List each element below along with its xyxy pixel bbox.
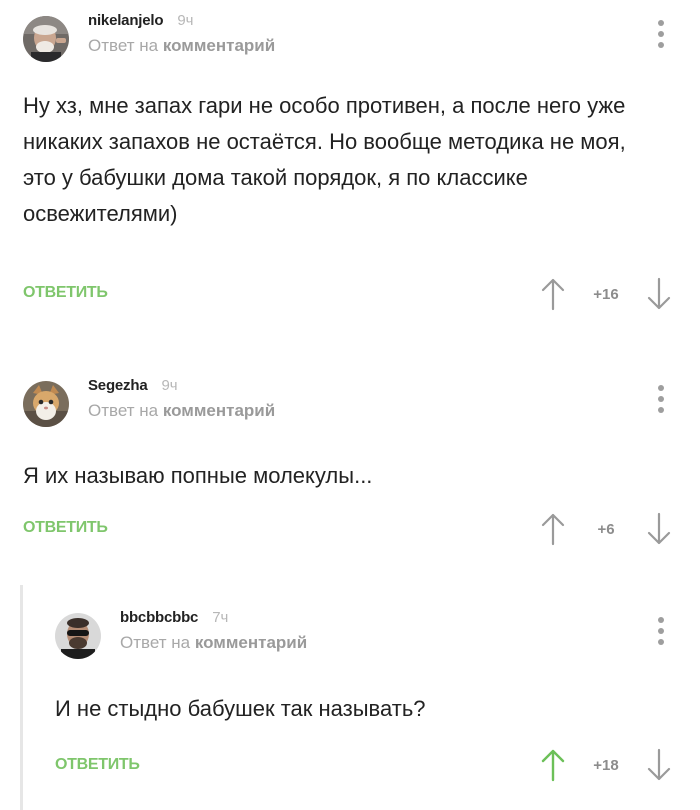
reply-button[interactable]: ОТВЕТИТЬ [55, 756, 140, 774]
arrow-down-icon[interactable] [646, 748, 672, 782]
arrow-up-icon[interactable] [540, 512, 566, 546]
timestamp: 9ч [177, 12, 194, 29]
avatar[interactable] [23, 16, 69, 62]
reply-to: Ответ на комментарий [88, 401, 275, 421]
more-vertical-icon[interactable] [654, 20, 668, 48]
comment-meta: nikelanjelo 9ч Ответ на комментарий [88, 12, 275, 56]
score: +16 [593, 285, 619, 303]
avatar[interactable] [23, 381, 69, 427]
reply-to: Ответ на комментарий [120, 633, 307, 653]
reply-button[interactable]: ОТВЕТИТЬ [23, 284, 108, 302]
avatar-cat-image [23, 381, 69, 427]
reply-to-prefix: Ответ на [120, 633, 191, 652]
avatar-man-sunglasses-image [55, 613, 101, 659]
thread-line [20, 585, 23, 810]
reply-to-prefix: Ответ на [88, 401, 159, 420]
arrow-up-icon[interactable] [540, 277, 566, 311]
reply-button[interactable]: ОТВЕТИТЬ [23, 519, 108, 537]
vote-controls: +6 [540, 511, 672, 547]
arrow-down-icon[interactable] [646, 512, 672, 546]
vote-controls: +16 [540, 276, 672, 312]
reply-to-link[interactable]: комментарий [163, 401, 275, 420]
avatar[interactable] [55, 613, 101, 659]
score: +18 [593, 756, 619, 774]
username[interactable]: Segezha [88, 377, 148, 394]
reply-to-link[interactable]: комментарий [163, 36, 275, 55]
arrow-up-icon[interactable] [540, 748, 566, 782]
comment-text: И не стыдно бабушек так называть? [55, 696, 426, 721]
arrow-down-icon[interactable] [646, 277, 672, 311]
more-vertical-icon[interactable] [654, 617, 668, 645]
more-vertical-icon[interactable] [654, 385, 668, 413]
vote-controls: +18 [540, 747, 672, 783]
username[interactable]: bbcbbcbbc [120, 609, 198, 626]
comment-meta: Segezha 9ч Ответ на комментарий [88, 377, 275, 421]
username[interactable]: nikelanjelo [88, 12, 164, 29]
timestamp: 7ч [212, 609, 229, 626]
reply-to-link[interactable]: комментарий [195, 633, 307, 652]
score: +6 [597, 520, 615, 538]
comment-text: Я их называю попные молекулы... [23, 463, 373, 488]
timestamp: 9ч [161, 377, 178, 394]
avatar-old-man-image [23, 16, 69, 62]
comment-text: Ну хз, мне запах гари не особо противен,… [23, 93, 626, 226]
reply-to: Ответ на комментарий [88, 36, 275, 56]
reply-to-prefix: Ответ на [88, 36, 159, 55]
comment-meta: bbcbbcbbc 7ч Ответ на комментарий [120, 609, 307, 653]
